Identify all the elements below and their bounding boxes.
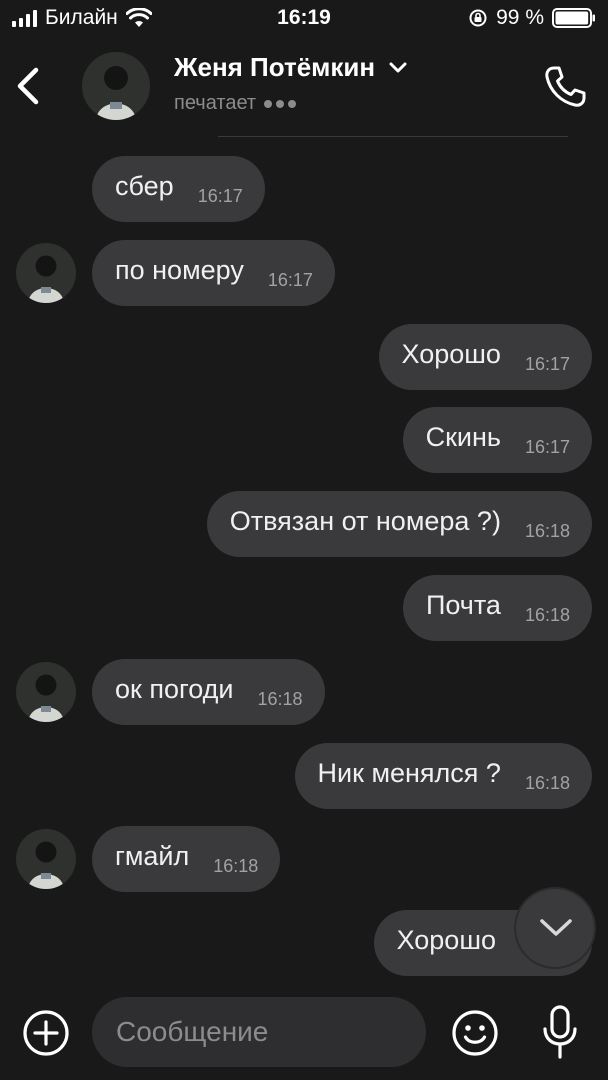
message-text: Отвязан от номера ?)	[229, 505, 501, 536]
message-input-placeholder: Сообщение	[116, 1016, 269, 1047]
message-time: 16:17	[524, 436, 570, 457]
contact-name: Женя Потёмкин	[174, 52, 376, 82]
contact-avatar[interactable]	[82, 52, 150, 120]
message-time: 16:18	[524, 520, 570, 541]
scroll-to-bottom-button[interactable]	[514, 887, 596, 969]
avatar-image	[16, 829, 76, 889]
chat-screen: Билайн 16:19 99 % Женя Потёмкин печатает…	[0, 0, 608, 1080]
chevron-down-icon	[540, 919, 572, 936]
sender-avatar[interactable]	[16, 662, 76, 722]
message-list[interactable]: сбер 16:17 по номеру 16:17 Хорошо 16:17 Скинь 1…	[0, 138, 608, 982]
message-text: Почта	[425, 589, 501, 620]
header-divider	[218, 136, 568, 137]
incoming-message-bubble[interactable]: гмайл 16:18	[92, 826, 281, 892]
back-button[interactable]	[12, 66, 46, 106]
sender-avatar[interactable]	[16, 829, 76, 889]
typing-indicator: печатает	[174, 92, 297, 115]
status-right: 99 %	[468, 6, 596, 30]
avatar-image	[82, 52, 150, 120]
message-text: Хорошо	[401, 338, 501, 369]
message-text: ок погоди	[115, 673, 234, 704]
message-text: гмайл	[115, 840, 190, 871]
message-time: 16:18	[524, 604, 570, 625]
incoming-message-bubble[interactable]: ок погоди 16:18	[92, 659, 325, 725]
incoming-message-bubble[interactable]: сбер 16:17	[92, 156, 265, 222]
message-input[interactable]: Сообщение	[92, 997, 426, 1067]
status-bar: Билайн 16:19 99 %	[0, 0, 608, 40]
avatar-image	[16, 662, 76, 722]
typing-dots-icon	[264, 99, 297, 108]
message-text: по номеру	[115, 254, 244, 285]
avatar-image	[16, 243, 76, 303]
message-time: 16:17	[197, 185, 243, 206]
message-text: Скинь	[425, 421, 501, 452]
incoming-message-bubble[interactable]: по номеру 16:17	[92, 240, 335, 306]
message-time: 16:18	[524, 772, 570, 793]
add-attachment-button[interactable]	[22, 1009, 70, 1057]
message-text: Ник менялся ?	[317, 757, 501, 788]
typing-status: печатает	[174, 92, 257, 114]
emoji-button[interactable]	[451, 1009, 499, 1057]
microphone-button[interactable]	[540, 1004, 580, 1060]
message-time: 16:18	[257, 688, 303, 709]
chat-header: Женя Потёмкин печатает	[0, 40, 608, 136]
battery-icon	[552, 8, 595, 28]
message-text: Хорошо	[396, 924, 496, 955]
composer-bar: Сообщение	[0, 982, 608, 1080]
call-button[interactable]	[542, 64, 588, 110]
chevron-down-icon	[389, 62, 407, 72]
battery-percent: 99 %	[496, 6, 544, 29]
sender-avatar[interactable]	[16, 243, 76, 303]
message-time: 16:17	[524, 353, 570, 374]
message-time: 16:18	[213, 855, 259, 876]
message-text: сбер	[115, 170, 174, 201]
outgoing-message-bubble[interactable]: Скинь 16:17	[402, 407, 592, 473]
message-time: 16:17	[267, 269, 313, 290]
contact-name-button[interactable]: Женя Потёмкин	[174, 52, 407, 83]
outgoing-message-bubble[interactable]: Ник менялся ? 16:18	[294, 743, 592, 809]
outgoing-message-bubble[interactable]: Хорошо 16:17	[378, 324, 592, 390]
outgoing-message-bubble[interactable]: Отвязан от номера ?) 16:18	[206, 491, 592, 557]
outgoing-message-bubble[interactable]: Почта 16:18	[402, 575, 592, 641]
orientation-lock-icon	[469, 9, 487, 27]
